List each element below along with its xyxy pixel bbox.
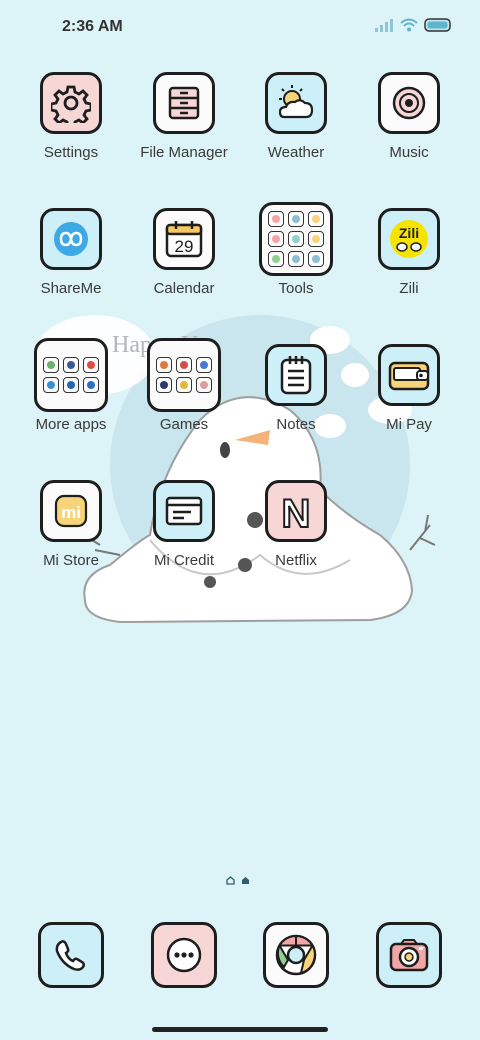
folder-tools[interactable]: Tools [241, 202, 351, 297]
folder-games[interactable]: Games [129, 338, 239, 433]
status-icons [374, 18, 452, 32]
mini-app-icon [43, 357, 59, 373]
app-mi-store[interactable]: mi Mi Store [16, 480, 126, 569]
mini-app-icon [308, 211, 324, 227]
mini-app-icon [63, 377, 79, 393]
folder-icon [34, 338, 108, 412]
battery-icon [424, 18, 451, 32]
disc-icon [378, 72, 440, 134]
wallet-icon [378, 344, 440, 406]
app-settings[interactable]: Settings [16, 72, 126, 161]
app-label: Calendar [153, 280, 215, 297]
mini-app-icon [43, 377, 59, 393]
wifi-icon [400, 18, 418, 32]
app-shareme[interactable]: ShareMe [16, 208, 126, 297]
folder-icon [259, 202, 333, 276]
app-label: Music [389, 144, 429, 161]
netflix-icon: N [265, 480, 327, 542]
dock-phone[interactable] [38, 922, 104, 988]
app-weather[interactable]: Weather [241, 72, 351, 161]
mini-app-icon [63, 357, 79, 373]
app-zili[interactable]: Zili Zili [354, 208, 464, 297]
app-label: Mi Credit [153, 552, 214, 569]
folder-icon [147, 338, 221, 412]
app-label: Games [159, 416, 209, 433]
mini-app-icon [288, 211, 304, 227]
mini-app-icon [176, 357, 192, 373]
mini-app-icon [83, 377, 99, 393]
mini-app-icon [156, 357, 172, 373]
mini-app-icon [196, 377, 212, 393]
app-notes[interactable]: Notes [241, 344, 351, 433]
sun-cloud-icon [265, 72, 327, 134]
mini-app-icon [156, 377, 172, 393]
status-time: 2:36 AM [62, 18, 123, 35]
calendar-icon: 29 [153, 208, 215, 270]
mini-app-icon [308, 231, 324, 247]
mini-app-icon [288, 251, 304, 267]
chrome-icon [263, 922, 329, 988]
page-indicator[interactable] [226, 876, 250, 885]
app-label: More apps [35, 416, 107, 433]
mini-app-icon [268, 231, 284, 247]
home-indicator-bar[interactable] [152, 1027, 328, 1032]
chat-dots-icon [151, 922, 217, 988]
home-screen: 2:36 AM Happy Y [0, 0, 480, 1040]
app-netflix[interactable]: N Netflix [241, 480, 351, 569]
phone-icon [38, 922, 104, 988]
app-file-manager[interactable]: File Manager [129, 72, 239, 161]
app-label: Mi Pay [386, 416, 432, 433]
mi-logo-icon: mi [40, 480, 102, 542]
card-icon [153, 480, 215, 542]
gear-icon [40, 72, 102, 134]
app-label: Weather [267, 144, 325, 161]
app-label: ShareMe [40, 280, 102, 297]
app-mi-pay[interactable]: Mi Pay [354, 344, 464, 433]
zili-icon: Zili [378, 208, 440, 270]
app-label: Notes [276, 416, 316, 433]
netflix-logo-text: N [282, 492, 311, 533]
dock-camera[interactable] [376, 922, 442, 988]
signal-icon [375, 19, 393, 32]
notepad-icon [265, 344, 327, 406]
app-calendar[interactable]: 29 Calendar [129, 208, 239, 297]
app-label: Netflix [275, 552, 317, 569]
mini-app-icon [83, 357, 99, 373]
app-label: Mi Store [43, 552, 99, 569]
calendar-day: 29 [175, 237, 194, 256]
mini-app-icon [268, 211, 284, 227]
active-page-dot-icon [242, 877, 249, 884]
app-label: Settings [43, 144, 99, 161]
mi-logo-text: mi [61, 503, 81, 522]
folder-more-apps[interactable]: More apps [16, 338, 126, 433]
app-label: Zili [399, 280, 419, 297]
mini-app-icon [308, 251, 324, 267]
mini-app-icon [196, 357, 212, 373]
app-label: Tools [278, 280, 314, 297]
mini-app-icon [176, 377, 192, 393]
camera-icon [376, 922, 442, 988]
app-music[interactable]: Music [354, 72, 464, 161]
dock-browser[interactable] [263, 922, 329, 988]
app-mi-credit[interactable]: Mi Credit [129, 480, 239, 569]
zili-badge: Zili [399, 225, 419, 241]
infinity-icon [40, 208, 102, 270]
home-page-dot-icon [226, 876, 235, 885]
mini-app-icon [288, 231, 304, 247]
app-label: File Manager [140, 144, 228, 161]
mini-app-icon [268, 251, 284, 267]
drawer-icon [153, 72, 215, 134]
dock-messages[interactable] [151, 922, 217, 988]
